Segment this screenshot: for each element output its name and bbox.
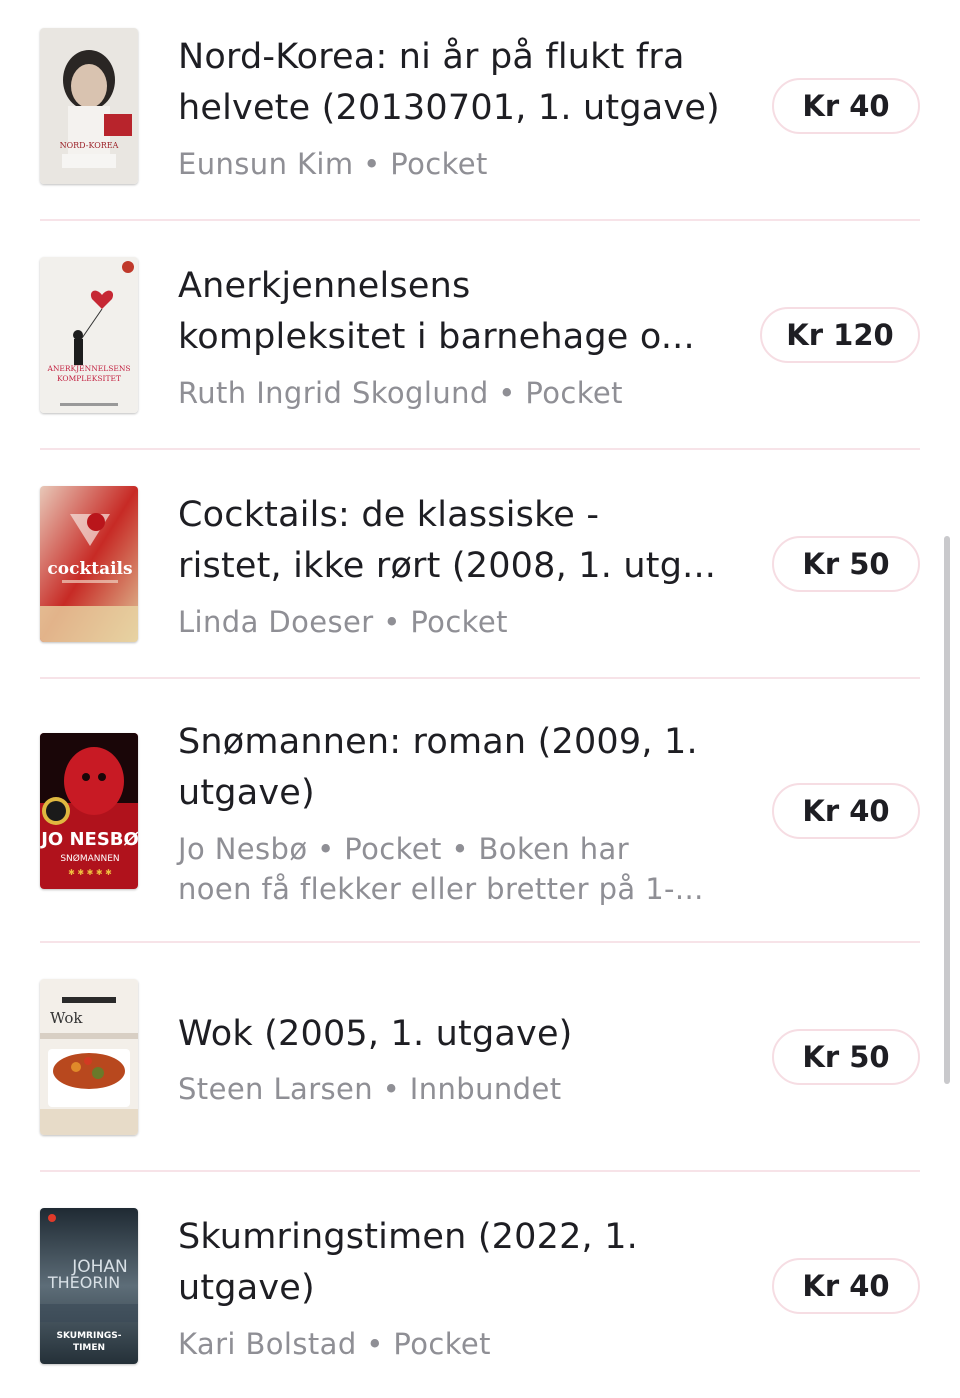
list-item-book-1[interactable]: NORD-KOREA Nord-Korea: ni år på flukt fr… <box>40 0 920 220</box>
book-cover-image[interactable]: NORD-KOREA <box>40 28 138 184</box>
book-title-line-1: Skumringstimen (2022, 1. <box>178 1217 638 1257</box>
price-button[interactable]: Kr 40 <box>772 78 920 134</box>
book-cover-image[interactable]: ANERKJENNELSENS KOMPLEKSITET <box>40 257 138 413</box>
book-meta: Eunsun Kim • Pocket <box>178 144 738 184</box>
book-meta: Jo Nesbø • Pocket • Boken har noen få fl… <box>178 829 758 909</box>
book-cover-image[interactable]: JO NESBØ SNØMANNEN ✱ ✱ ✱ ✱ ✱ <box>40 733 138 889</box>
book-meta-line-2: noen få flekker eller bretter på 1-... <box>178 872 704 906</box>
book-title[interactable]: Nord-Korea: ni år på flukt fra helvete (… <box>178 32 738 134</box>
book-meta: Linda Doeser • Pocket <box>178 602 738 642</box>
book-meta: Ruth Ingrid Skoglund • Pocket <box>178 373 738 413</box>
book-meta-line-1: Ruth Ingrid Skoglund • Pocket <box>178 376 623 410</box>
svg-text:JO NESBØ: JO NESBØ <box>40 829 138 850</box>
scrollbar[interactable] <box>944 536 950 1084</box>
divider <box>40 448 920 450</box>
divider <box>40 219 920 221</box>
price-button[interactable]: Kr 40 <box>772 783 920 839</box>
price-button[interactable]: Kr 50 <box>772 536 920 592</box>
book-title[interactable]: Cocktails: de klassiske - ristet, ikke r… <box>178 490 738 592</box>
svg-text:ANERKJENNELSENS: ANERKJENNELSENS <box>46 364 130 373</box>
book-cover-image[interactable]: JOHAN THEORIN SKUMRINGS- TIMEN <box>40 1208 138 1364</box>
divider <box>40 941 920 943</box>
book-meta-line-1: Kari Bolstad • Pocket <box>178 1327 491 1361</box>
cover-title-text: NORD-KOREA <box>60 141 119 150</box>
book-meta-line-1: Jo Nesbø • Pocket • Boken har <box>178 832 630 866</box>
book-title[interactable]: Skumringstimen (2022, 1. utgave) <box>178 1212 738 1314</box>
price-button[interactable]: Kr 120 <box>760 307 920 363</box>
svg-text:THEORIN: THEORIN <box>47 1273 120 1292</box>
book-title-line-2: utgave) <box>178 773 315 813</box>
book-meta: Steen Larsen • Innbundet <box>178 1069 738 1109</box>
book-title[interactable]: Anerkjennelsens kompleksitet i barnehage… <box>178 261 738 363</box>
book-title-line-1: Wok (2005, 1. utgave) <box>178 1014 573 1054</box>
list-item-book-6[interactable]: JOHAN THEORIN SKUMRINGS- TIMEN Skumrings… <box>40 1180 920 1398</box>
cover-title-text: Wok <box>50 1009 83 1027</box>
list-item-book-4[interactable]: JO NESBØ SNØMANNEN ✱ ✱ ✱ ✱ ✱ Snømannen: … <box>40 687 920 942</box>
price-button[interactable]: Kr 50 <box>772 1029 920 1085</box>
book-meta: Kari Bolstad • Pocket <box>178 1324 738 1364</box>
book-cover-image[interactable]: cocktails <box>40 486 138 642</box>
list-item-book-3[interactable]: cocktails Cocktails: de klassiske - rist… <box>40 458 920 678</box>
book-meta-line-1: Steen Larsen • Innbundet <box>178 1072 562 1106</box>
book-title[interactable]: Wok (2005, 1. utgave) <box>178 1009 738 1060</box>
cover-title-text: cocktails <box>47 559 132 579</box>
list-item-book-5[interactable]: Wok Wok (2005, 1. utgave) Steen Larsen •… <box>40 951 920 1171</box>
svg-text:✱ ✱ ✱ ✱ ✱: ✱ ✱ ✱ ✱ ✱ <box>68 868 112 877</box>
divider <box>40 1170 920 1172</box>
book-title-line-2: utgave) <box>178 1268 315 1308</box>
svg-text:TIMEN: TIMEN <box>73 1343 105 1353</box>
book-title[interactable]: Snømannen: roman (2009, 1. utgave) <box>178 717 738 819</box>
svg-text:KOMPLEKSITET: KOMPLEKSITET <box>57 374 121 383</box>
price-button[interactable]: Kr 40 <box>772 1258 920 1314</box>
svg-text:SKUMRINGS-: SKUMRINGS- <box>57 1331 122 1341</box>
book-title-line-2: ristet, ikke rørt (2008, 1. utg... <box>178 546 717 586</box>
book-title-line-2: helvete (20130701, 1. utgave) <box>178 88 720 128</box>
book-title-line-1: Cocktails: de klassiske - <box>178 495 600 535</box>
book-title-line-1: Anerkjennelsens <box>178 266 471 306</box>
book-title-line-2: kompleksitet i barnehage o... <box>178 317 695 357</box>
book-title-line-1: Nord-Korea: ni år på flukt fra <box>178 37 685 77</box>
svg-text:SNØMANNEN: SNØMANNEN <box>60 853 119 864</box>
book-meta-line-1: Eunsun Kim • Pocket <box>178 147 488 181</box>
book-title-line-1: Snømannen: roman (2009, 1. <box>178 722 698 762</box>
list-item-book-2[interactable]: ANERKJENNELSENS KOMPLEKSITET Anerkjennel… <box>40 229 920 449</box>
divider <box>40 677 920 679</box>
book-cover-image[interactable]: Wok <box>40 979 138 1135</box>
book-meta-line-1: Linda Doeser • Pocket <box>178 605 508 639</box>
